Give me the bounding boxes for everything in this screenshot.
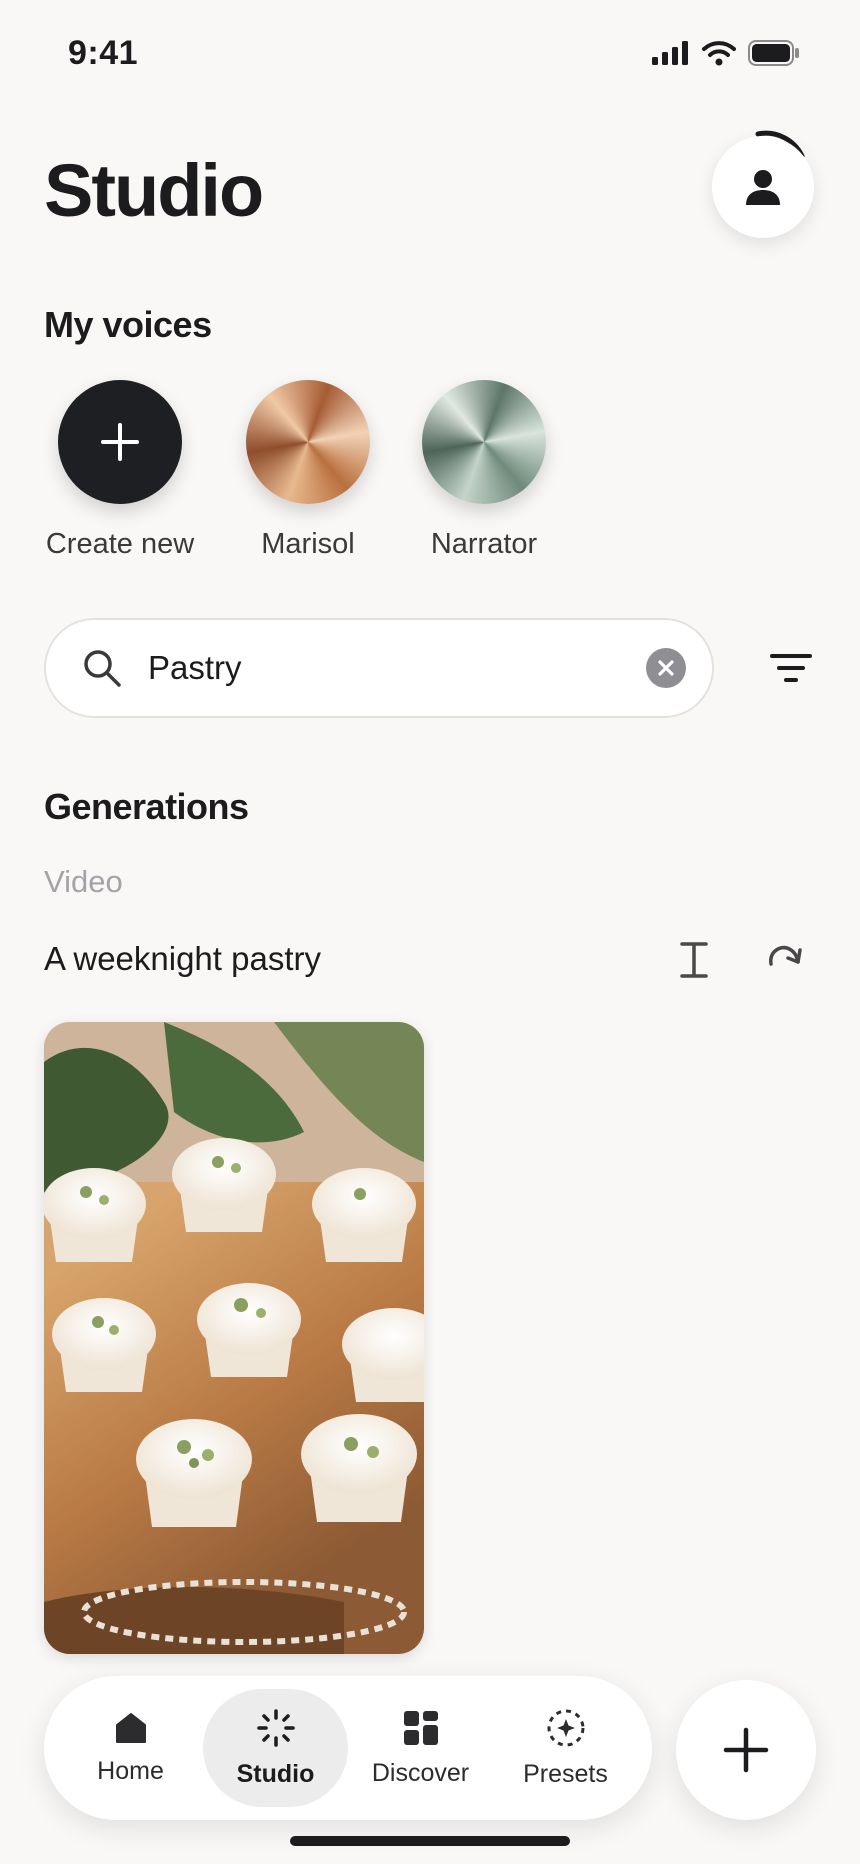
- grid-icon: [403, 1710, 438, 1745]
- generation-thumbnail[interactable]: [44, 1022, 424, 1654]
- voice-create-new[interactable]: Create new: [35, 380, 205, 561]
- clear-search-button[interactable]: [646, 648, 686, 688]
- close-icon: [658, 660, 674, 676]
- tab-label: Studio: [236, 1759, 315, 1788]
- person-icon: [746, 170, 780, 205]
- voices-heading: My voices: [44, 304, 212, 345]
- tab-label: Presets: [523, 1759, 608, 1788]
- generations-heading: Generations: [44, 786, 249, 827]
- filter-button[interactable]: [766, 648, 816, 688]
- narrator-avatar[interactable]: [422, 380, 546, 504]
- tab-studio[interactable]: Studio: [203, 1689, 348, 1807]
- wifi-icon: [702, 41, 736, 66]
- plus-icon: [101, 423, 139, 461]
- cellular-signal-icon: [652, 41, 688, 65]
- tab-home[interactable]: Home: [58, 1689, 203, 1807]
- voice-label: Create new: [45, 528, 195, 560]
- tab-label: Home: [97, 1756, 164, 1785]
- plus-icon: [723, 1727, 769, 1773]
- voice-marisol[interactable]: Marisol: [223, 380, 393, 561]
- redo-icon: [769, 945, 802, 966]
- tab-label: Discover: [371, 1758, 470, 1787]
- preset-icon: [547, 1709, 584, 1746]
- status-icons: [652, 40, 800, 66]
- voice-narrator[interactable]: Narrator: [399, 380, 569, 561]
- filter-icon: [770, 654, 812, 682]
- profile-button[interactable]: [712, 136, 814, 238]
- page-title: Studio: [44, 149, 264, 232]
- sparkle-icon: [256, 1708, 295, 1747]
- home-indicator: [290, 1836, 570, 1846]
- create-voice-button[interactable]: [58, 380, 182, 504]
- voice-label: Narrator: [430, 528, 538, 560]
- battery-icon: [748, 40, 799, 66]
- tab-discover[interactable]: Discover: [348, 1689, 493, 1807]
- new-generation-button[interactable]: [676, 1680, 816, 1820]
- cupcakes-photo: [44, 1022, 424, 1654]
- generations-category: Video: [44, 864, 123, 899]
- search-icon: [84, 650, 121, 687]
- regenerate-button[interactable]: [766, 940, 806, 981]
- text-cursor-icon: [680, 942, 708, 978]
- tab-presets[interactable]: Presets: [493, 1689, 638, 1807]
- marisol-avatar[interactable]: [246, 380, 370, 504]
- generation-title: A weeknight pastry: [44, 940, 321, 977]
- voice-label: Marisol: [261, 528, 355, 560]
- search-input[interactable]: [148, 649, 646, 687]
- search-bar[interactable]: [44, 618, 714, 718]
- tab-bar: Home Studio Discover Presets: [44, 1676, 652, 1820]
- status-time: 9:41: [68, 34, 139, 72]
- edit-text-button[interactable]: [678, 940, 710, 985]
- home-icon: [115, 1712, 146, 1743]
